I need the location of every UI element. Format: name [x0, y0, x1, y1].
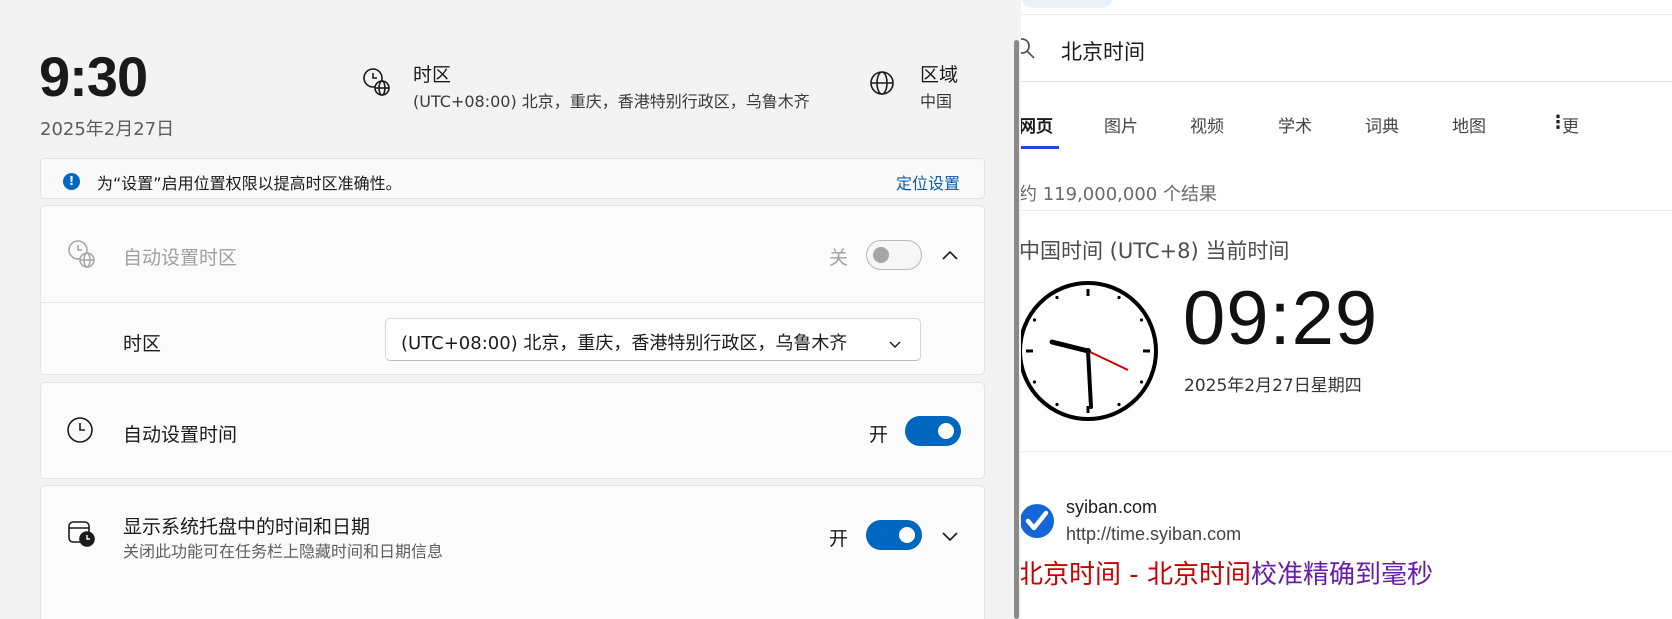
search-input[interactable]: 北京时间 [1061, 36, 1145, 66]
auto-timezone-toggle[interactable] [866, 240, 922, 270]
result-site-url[interactable]: http://time.syiban.com [1066, 524, 1241, 545]
tab-more[interactable]: 更 [1562, 112, 1579, 137]
site-favicon [1021, 503, 1055, 543]
location-settings-link[interactable]: 定位设置 [896, 170, 960, 194]
clock-card-title: 中国时间 (UTC+8) 当前时间 [1021, 239, 1290, 263]
current-date: 2025年2月27日 [40, 119, 175, 140]
auto-time-state: 开 [869, 424, 889, 446]
top-pill [1021, 0, 1113, 8]
auto-timezone-row[interactable]: 自动设置时区 关 [41, 206, 984, 303]
toggle-knob [899, 527, 915, 543]
auto-timezone-card: 自动设置时区 关 时区 (UTC+08:00) 北京，重庆，香港特别行政区，乌鲁… [40, 205, 985, 375]
header-timezone-value: (UTC+08:00) 北京，重庆，香港特别行政区，乌鲁木齐 [413, 92, 810, 111]
result-count: 约 119,000,000 个结果 [1021, 184, 1217, 205]
tray-clock-sublabel: 关闭此功能可在任务栏上隐藏时间和日期信息 [123, 542, 444, 561]
calendar-clock-icon [66, 518, 96, 552]
header-region-value: 中国 [920, 92, 953, 111]
tab-videos[interactable]: 视频 [1190, 112, 1224, 137]
header-timezone-title: 时区 [413, 64, 452, 86]
tab-dictionary[interactable]: 词典 [1365, 112, 1399, 137]
auto-time-label: 自动设置时间 [123, 424, 238, 446]
title-highlight: 北京时间 [1146, 560, 1251, 590]
scrollbar[interactable] [1014, 40, 1019, 619]
digital-time: 09:29 [1183, 276, 1379, 361]
tray-clock-state: 开 [829, 528, 849, 550]
search-icon[interactable] [1021, 37, 1037, 65]
result-site-name: syiban.com [1066, 497, 1158, 517]
auto-time-toggle[interactable] [905, 416, 961, 446]
divider [1021, 451, 1672, 452]
auto-timezone-state: 关 [829, 247, 849, 269]
header-region-title: 区域 [920, 64, 959, 86]
analog-clock [1021, 279, 1160, 427]
current-time: 9:30 [39, 45, 148, 108]
toggle-knob [938, 423, 954, 439]
auto-time-card[interactable]: 自动设置时间 开 [40, 382, 985, 479]
auto-timezone-label: 自动设置时区 [123, 247, 238, 269]
active-tab-indicator [1021, 146, 1059, 149]
settings-panel: 9:30 2025年2月27日 时区 (UTC+08:00) 北京，重庆，香港特… [0, 0, 1021, 619]
clock-globe-icon [361, 66, 393, 102]
info-icon: ! [63, 173, 80, 190]
chevron-down-icon[interactable] [941, 528, 959, 547]
tab-images[interactable]: 图片 [1104, 112, 1138, 137]
timezone-dropdown[interactable]: (UTC+08:00) 北京，重庆，香港特别行政区，乌鲁木齐 [385, 318, 921, 361]
timezone-dropdown-value: (UTC+08:00) 北京，重庆，香港特别行政区，乌鲁木齐 [401, 333, 848, 354]
clock-icon [66, 416, 94, 448]
tab-maps[interactable]: 地图 [1452, 112, 1486, 137]
tab-web[interactable]: 网页 [1021, 112, 1053, 137]
tab-academic[interactable]: 学术 [1278, 112, 1312, 137]
clock-card-date: 2025年2月27日星期四 [1184, 376, 1362, 396]
title-separator: - [1121, 560, 1147, 590]
info-text: 为“设置”启用位置权限以提高时区准确性。 [97, 174, 402, 193]
chevron-up-icon[interactable] [941, 246, 959, 265]
tray-clock-label: 显示系统托盘中的时间和日期 [123, 516, 371, 538]
title-highlight: 北京时间 [1021, 560, 1122, 590]
clock-globe-icon [66, 238, 98, 274]
divider [1021, 210, 1672, 211]
globe-icon [868, 69, 896, 101]
toggle-knob [873, 247, 889, 263]
chevron-down-icon [888, 335, 902, 354]
result-title-link[interactable]: 北京时间 - 北京时间校准精确到毫秒 [1021, 554, 1433, 591]
title-rest: 校准精确到毫秒 [1250, 560, 1433, 590]
browser-panel: 北京时间 网页 图片 视频 学术 词典 地图 ⋮ 更 约 119,000,000… [1021, 0, 1672, 619]
tray-clock-card[interactable]: 显示系统托盘中的时间和日期 关闭此功能可在任务栏上隐藏时间和日期信息 开 [40, 485, 985, 619]
tray-clock-toggle[interactable] [866, 520, 922, 550]
location-info-bar: ! 为“设置”启用位置权限以提高时区准确性。 定位设置 [40, 158, 985, 199]
timezone-label: 时区 [123, 333, 162, 355]
